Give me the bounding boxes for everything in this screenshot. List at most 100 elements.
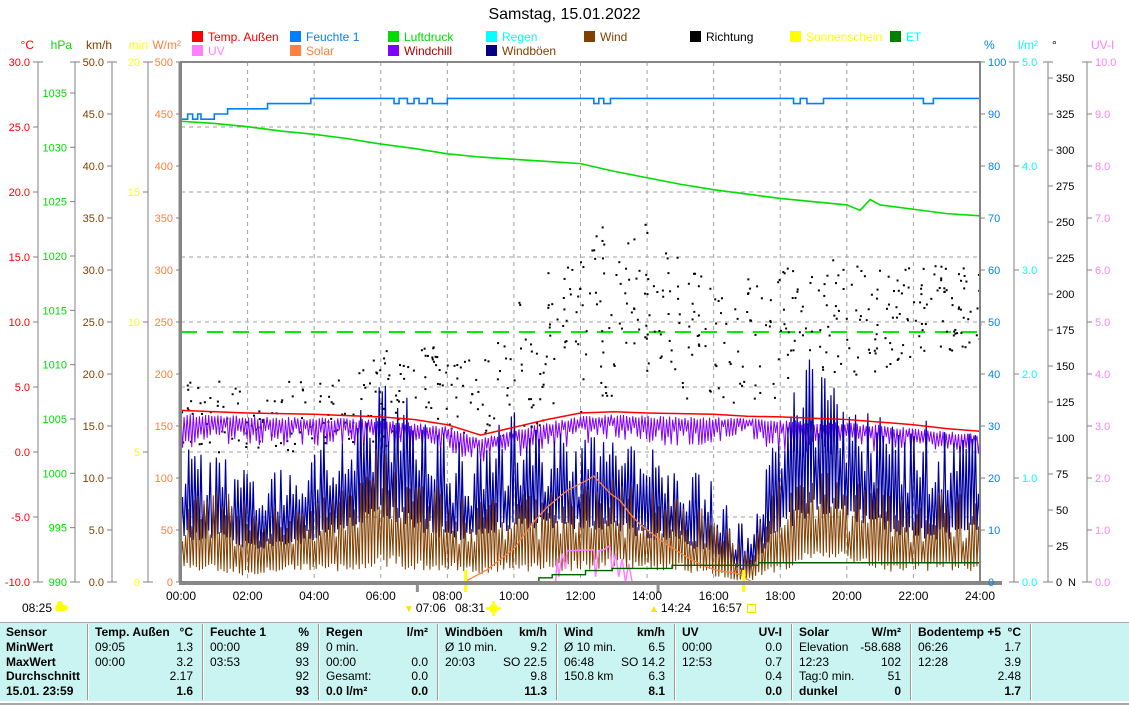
table-row: 03:53 93 xyxy=(204,655,317,669)
table-cell-value: 9.2 xyxy=(530,640,547,654)
table-cell-value: 102 xyxy=(881,655,901,669)
table-cell-value: -58.688 xyxy=(860,640,901,654)
sunset-marker: 16:57 xyxy=(712,601,756,615)
table-cell-value: W/m² xyxy=(872,625,901,639)
table-cell-value: UV-I xyxy=(759,625,782,639)
table-row: 0.0 xyxy=(676,684,790,698)
table-cell-label: 12:23 xyxy=(799,655,829,669)
table-cell-value: km/h xyxy=(519,625,547,639)
table-cell-value: 92 xyxy=(296,669,309,683)
day-length-marker: 08:25 xyxy=(22,601,68,615)
table-cell-label: MaxWert xyxy=(6,655,56,669)
table-row: MaxWert xyxy=(0,655,86,669)
table-cell-value: 1.7 xyxy=(1004,684,1021,698)
table-row: Durchschnitt xyxy=(0,669,86,683)
table-cell-label: 06:26 xyxy=(918,640,948,654)
table-row: 93 xyxy=(204,684,317,698)
table-cell-label: Tag:0 min. xyxy=(799,669,854,683)
moonrise-marker: ▲14:24 xyxy=(649,601,691,615)
table-cell-value: SO 22.5 xyxy=(503,655,547,669)
table-cell-label: 0 min. xyxy=(326,640,359,654)
table-column-temp-au-en: Temp. Außen°C09:051.300:00 3.22.171.6 xyxy=(89,623,201,701)
table-column-bodentemp-5: Bodentemp +5°C06:261.712:283.92.481.7 xyxy=(912,623,1029,701)
table-row: 1.6 xyxy=(89,684,201,698)
day-length-value: 08:25 xyxy=(22,601,52,615)
table-row: 9.8 xyxy=(439,669,555,683)
table-row: 15.01. 23:59 xyxy=(0,684,86,698)
table-cell-value: 8.1 xyxy=(648,684,665,698)
table-row: Windkm/h xyxy=(558,625,673,639)
table-row: 20:03SO 22.5 xyxy=(439,655,555,669)
table-row: 2.48 xyxy=(912,669,1029,683)
table-row: Gesamt:0.0 xyxy=(320,669,436,683)
table-cell-value: l/m² xyxy=(407,625,428,639)
table-cell-label: Elevation xyxy=(799,640,848,654)
table-row: 12:530.7 xyxy=(676,655,790,669)
table-row: 0 min. xyxy=(320,640,436,654)
table-cell-value: 11.3 xyxy=(524,684,547,698)
sunrise-time: 08:31 xyxy=(455,601,485,615)
table-cell-value: 0.0 xyxy=(765,684,782,698)
table-cell-value: 1.7 xyxy=(1004,640,1021,654)
table-cell-label: Solar xyxy=(799,625,829,639)
table-row: MinWert xyxy=(0,640,86,654)
sun-icon xyxy=(489,604,498,613)
table-cell-value: 9.8 xyxy=(530,669,547,683)
table-cell-label: 12:28 xyxy=(918,655,948,669)
table-cell-label: 03:53 xyxy=(210,655,240,669)
table-row: 0.0 l/m²0.0 xyxy=(320,684,436,698)
table-row: 8.1 xyxy=(558,684,673,698)
table-cell-label: Regen xyxy=(326,625,363,639)
table-cell-value: 0.0 xyxy=(411,684,428,698)
table-row: Tag:0 min.51 xyxy=(793,669,909,683)
table-cell-value: % xyxy=(298,625,309,639)
table-cell-value: 0 xyxy=(894,684,901,698)
table-row: Regen l/m² xyxy=(320,625,436,639)
table-cell-label: Gesamt: xyxy=(326,669,371,683)
table-cell-value: 93 xyxy=(296,684,309,698)
table-row: 92 xyxy=(204,669,317,683)
table-cell-value: 93 xyxy=(296,655,309,669)
table-row: 09:051.3 xyxy=(89,640,201,654)
table-cell-label: 00:00 xyxy=(210,640,240,654)
table-cell-label: Feuchte 1 xyxy=(210,625,266,639)
table-row: Feuchte 1% xyxy=(204,625,317,639)
table-cell-value: 0.4 xyxy=(765,669,782,683)
table-row: 06:48SO 14.2 xyxy=(558,655,673,669)
table-row: Bodentemp +5°C xyxy=(912,625,1029,639)
stats-table: SensorMinWertMaxWertDurchschnitt15.01. 2… xyxy=(0,621,1129,705)
table-cell-value: 3.2 xyxy=(176,655,193,669)
table-column-windb-en: Windböenkm/hØ 10 min. 9.220:03SO 22.59.81… xyxy=(439,623,555,701)
cloud-icon xyxy=(55,605,68,611)
table-cell-value: 2.17 xyxy=(170,669,193,683)
table-cell-label: UV xyxy=(682,625,699,639)
table-column-sensor: SensorMinWertMaxWertDurchschnitt15.01. 2… xyxy=(0,623,86,701)
sunset-time: 16:57 xyxy=(712,601,742,615)
table-cell-value: 89 xyxy=(296,640,309,654)
table-column-uv: UVUV-I00:000.012:530.70.40.0 xyxy=(676,623,790,701)
table-row: Windböenkm/h xyxy=(439,625,555,639)
moonset-time: 07:06 xyxy=(416,601,446,615)
table-cell-value: 6.3 xyxy=(648,669,665,683)
moonrise-time: 14:24 xyxy=(661,601,691,615)
table-row: 11.3 xyxy=(439,684,555,698)
sunrise-marker: 08:31 xyxy=(455,601,498,615)
sun-moon-markers: 08:25 ▼07:06 08:31 ▲14:24 16:57 xyxy=(0,0,1129,625)
table-column-regen: Regenl/m²0 min.00:000.0Gesamt:0.00.0 l/m… xyxy=(320,623,436,701)
table-row: 00:000.0 xyxy=(320,655,436,669)
table-cell-label: Sensor xyxy=(6,625,47,639)
table-cell-value: 0.0 xyxy=(411,655,428,669)
table-cell-label: Wind xyxy=(564,625,593,639)
table-row: 0.4 xyxy=(676,669,790,683)
table-cell-label: 09:05 xyxy=(95,640,125,654)
table-cell-value: 1.6 xyxy=(176,684,193,698)
moonset-marker: ▼07:06 xyxy=(404,601,446,615)
table-cell-label: Ø 10 min. xyxy=(445,640,497,654)
table-cell-label: Durchschnitt xyxy=(6,669,80,683)
table-column-feuchte-1: Feuchte 1%00:008903:53939293 xyxy=(204,623,317,701)
table-cell-label: 00:00 xyxy=(95,655,125,669)
table-row: Temp. Außen°C xyxy=(89,625,201,639)
table-cell-value: SO 14.2 xyxy=(621,655,665,669)
table-column-solar: SolarW/m²Elevation-58.68812:23102Tag:0 m… xyxy=(793,623,909,701)
table-row: 00:00 3.2 xyxy=(89,655,201,669)
